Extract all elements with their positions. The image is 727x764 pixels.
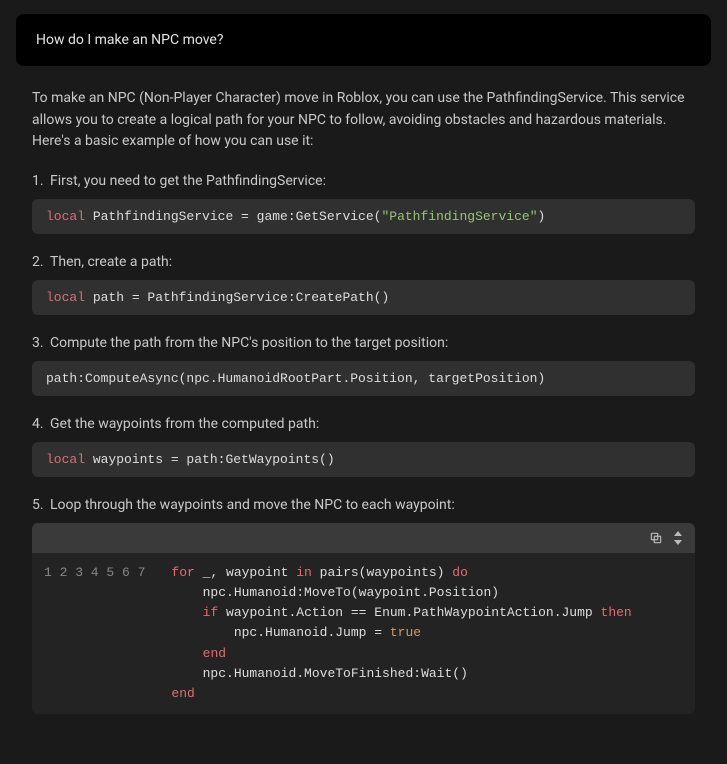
code-lines: for _, waypoint in pairs(waypoints) do n…	[157, 553, 635, 714]
step-item: Loop through the waypoints and move the …	[50, 497, 695, 714]
step-item: Then, create a path:local path = Pathfin…	[50, 254, 695, 315]
answer-body: To make an NPC (Non-Player Character) mo…	[0, 66, 727, 714]
code-block[interactable]: local waypoints = path:GetWaypoints()	[32, 442, 695, 477]
expand-icon[interactable]	[673, 531, 683, 545]
code-body[interactable]: 1 2 3 4 5 6 7for _, waypoint in pairs(wa…	[32, 553, 695, 714]
question-card: How do I make an NPC move?	[16, 14, 711, 66]
question-text: How do I make an NPC move?	[36, 32, 691, 48]
steps-list: First, you need to get the PathfindingSe…	[32, 173, 695, 714]
step-text: Get the waypoints from the computed path…	[50, 416, 695, 432]
step-text: Then, create a path:	[50, 254, 695, 270]
step-text: Compute the path from the NPC's position…	[50, 335, 695, 351]
step-text: First, you need to get the PathfindingSe…	[50, 173, 695, 189]
code-block[interactable]: local PathfindingService = game:GetServi…	[32, 199, 695, 234]
copy-icon[interactable]	[649, 531, 663, 545]
code-block-multiline: 1 2 3 4 5 6 7for _, waypoint in pairs(wa…	[32, 523, 695, 714]
step-text: Loop through the waypoints and move the …	[50, 497, 695, 513]
line-gutter: 1 2 3 4 5 6 7	[32, 553, 157, 714]
answer-intro: To make an NPC (Non-Player Character) mo…	[32, 88, 695, 153]
step-item: Get the waypoints from the computed path…	[50, 416, 695, 477]
step-item: First, you need to get the PathfindingSe…	[50, 173, 695, 234]
code-block[interactable]: path:ComputeAsync(npc.HumanoidRootPart.P…	[32, 361, 695, 396]
code-toolbar	[32, 523, 695, 553]
code-block[interactable]: local path = PathfindingService:CreatePa…	[32, 280, 695, 315]
step-item: Compute the path from the NPC's position…	[50, 335, 695, 396]
